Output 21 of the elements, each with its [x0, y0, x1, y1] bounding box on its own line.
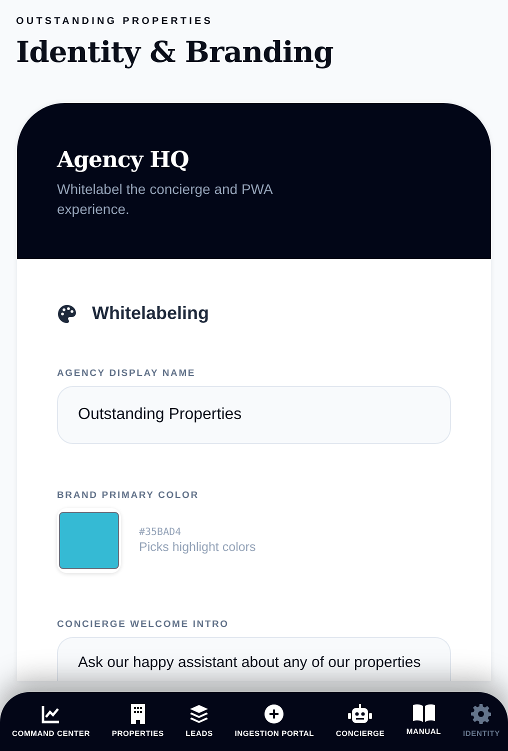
color-swatch[interactable]	[59, 512, 119, 569]
book-icon	[412, 704, 435, 722]
section-title: Whitelabeling	[92, 303, 209, 324]
page-title: Identity & Branding	[16, 35, 334, 69]
layers-icon	[189, 704, 210, 724]
field-label: BRAND PRIMARY COLOR	[57, 490, 200, 501]
brand-eyebrow: OUTSTANDING PROPERTIES	[16, 16, 214, 27]
chart-icon	[41, 704, 62, 724]
input-field[interactable]: Outstanding Properties	[57, 386, 451, 444]
settings-icon	[471, 704, 492, 724]
add-icon	[264, 704, 284, 724]
color-hint: Picks highlight colors	[139, 540, 256, 554]
color-value: #35BAD4	[139, 527, 182, 538]
textarea-field[interactable]: Ask our happy assistant about any of our properties	[57, 637, 451, 681]
palette-icon	[57, 304, 77, 324]
field-label: AGENCY DISPLAY NAME	[57, 368, 197, 379]
card-title: Agency HQ	[57, 147, 190, 173]
card-subtitle: Whitelabel the concierge and PWA experience.	[57, 180, 274, 219]
building-icon	[130, 704, 146, 724]
robot-icon	[348, 704, 372, 724]
field-label: CONCIERGE WELCOME INTRO	[57, 619, 230, 630]
